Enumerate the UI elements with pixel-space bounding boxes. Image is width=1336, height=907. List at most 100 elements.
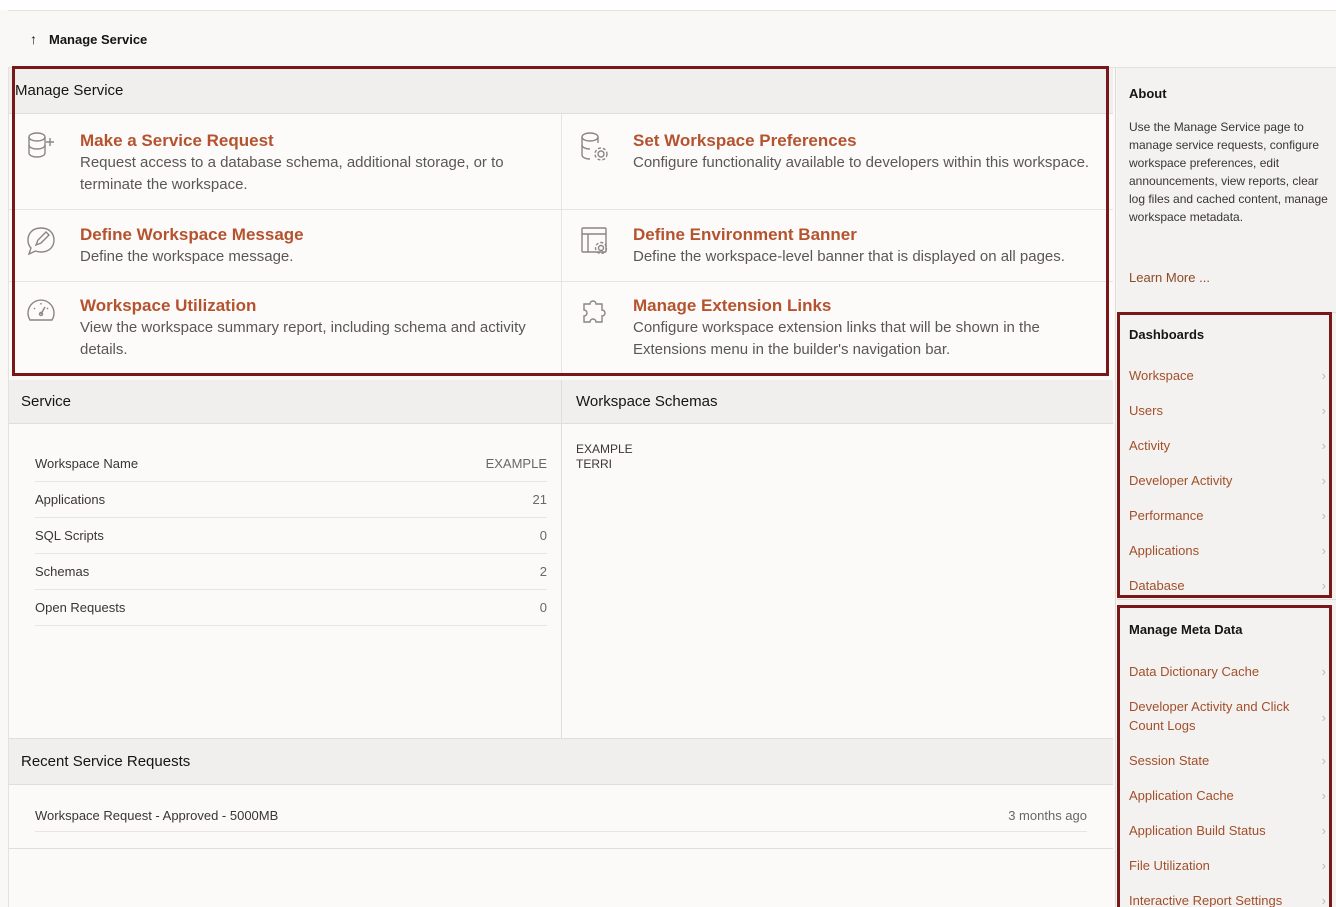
database-settings-icon [581,132,608,161]
sidebar-item-label: Database [1129,578,1185,593]
row-value: EXAMPLE [485,456,547,471]
sidebar-item-label: Developer Activity [1129,473,1233,488]
row-label: Open Requests [35,600,126,615]
sidebar-item-developer-activity-logs[interactable]: Developer Activity and Click Count Logs › [1117,689,1336,743]
set-workspace-preferences-card[interactable]: Set Workspace Preferences Configure func… [562,114,1113,210]
manage-extension-links-card[interactable]: Manage Extension Links Configure workspa… [562,282,1113,374]
puzzle-icon [583,300,606,323]
workspace-utilization-card[interactable]: Workspace Utilization View the workspace… [9,282,562,374]
request-label: Workspace Request - Approved - 5000MB [35,808,279,823]
sidebar-item-label: Application Cache [1129,788,1234,803]
row-value: 2 [539,564,547,579]
row-value: 0 [539,528,547,543]
about-text: Use the Manage Service page to manage se… [1129,120,1328,224]
card-title[interactable]: Set Workspace Preferences [633,131,1113,151]
sidebar-item-activity[interactable]: Activity › [1117,428,1336,463]
chevron-right-icon: › [1321,710,1326,725]
sidebar-item-label: Data Dictionary Cache [1129,664,1260,679]
define-workspace-message-card[interactable]: Define Workspace Message Define the work… [9,210,562,282]
sidebar-item-workspace[interactable]: Workspace › [1117,358,1336,393]
card-title[interactable]: Workspace Utilization [80,296,561,316]
card-description: View the workspace summary report, inclu… [80,319,526,358]
card-description: Configure workspace extension links that… [633,319,1040,358]
sidebar-item-label: Users [1129,403,1163,418]
dashboards-list: Workspace › Users › Activity › Developer Ac… [1117,358,1336,603]
right-sidebar: About Use the Manage Service page to man… [1117,68,1336,907]
request-time: 3 months ago [1008,808,1087,823]
service-header: Service [9,380,561,424]
table-row: SQL Scripts 0 [35,518,547,554]
manage-meta-data-region: Manage Meta Data Data Dictionary Cache › … [1117,599,1336,907]
list-item[interactable]: Workspace Request - Approved - 5000MB 3 … [35,800,1087,832]
up-arrow-icon[interactable]: ↑ [30,31,37,47]
chevron-right-icon: › [1321,857,1326,873]
sidebar-item-data-dictionary-cache[interactable]: Data Dictionary Cache › [1117,654,1336,689]
row-value: 21 [532,492,547,507]
table-row: Schemas 2 [35,554,547,590]
chevron-right-icon: › [1321,367,1326,383]
recent-service-requests-region: Recent Service Requests Workspace Reques… [9,738,1113,850]
sidebar-item-application-cache[interactable]: Application Cache › [1117,778,1336,813]
top-strip [0,0,1336,10]
manage-service-header: Manage Service [9,68,1113,114]
table-row: Workspace Name EXAMPLE [35,446,547,482]
chevron-right-icon: › [1321,892,1326,907]
card-description: Define the workspace message. [80,248,294,265]
sidebar-item-database[interactable]: Database › [1117,568,1336,603]
row-label: SQL Scripts [35,528,104,543]
sidebar-item-session-state[interactable]: Session State › [1117,743,1336,778]
chevron-right-icon: › [1321,752,1326,768]
about-region: About Use the Manage Service page to man… [1117,68,1336,312]
chevron-right-icon: › [1321,507,1326,523]
row-label: Applications [35,492,106,507]
list-item: EXAMPLE [576,442,633,456]
card-description: Define the workspace-level banner that i… [633,248,1065,265]
sidebar-item-label: Application Build Status [1129,823,1266,838]
chevron-right-icon: › [1321,402,1326,418]
list-item: TERRI [576,457,612,471]
sidebar-item-label: Developer Activity and Click Count Logs [1129,699,1290,733]
sidebar-item-label: File Utilization [1129,858,1210,873]
about-title: About [1129,86,1167,101]
chevron-right-icon: › [1321,577,1326,593]
sidebar-item-label: Performance [1129,508,1204,523]
chevron-right-icon: › [1321,472,1326,488]
service-table: Workspace Name EXAMPLE Applications 21 S… [35,446,547,626]
chevron-right-icon: › [1321,542,1326,558]
sidebar-item-applications[interactable]: Applications › [1117,533,1336,568]
message-edit-icon [27,227,55,256]
sidebar-item-label: Activity [1129,438,1171,453]
sidebar-item-users[interactable]: Users › [1117,393,1336,428]
sidebar-item-application-build-status[interactable]: Application Build Status › [1117,813,1336,848]
dashboards-title: Dashboards [1129,327,1205,342]
row-label: Schemas [35,564,90,579]
define-environment-banner-card[interactable]: Define Environment Banner Define the wor… [562,210,1113,282]
sidebar-item-label: Applications [1129,543,1200,558]
schema-list: EXAMPLE TERRI [562,424,1113,472]
sidebar-item-developer-activity[interactable]: Developer Activity › [1117,463,1336,498]
recent-requests-header: Recent Service Requests [9,739,1113,785]
chevron-right-icon: › [1321,663,1326,679]
banner-settings-icon [581,227,608,255]
make-service-request-card[interactable]: Make a Service Request Request access to… [9,114,562,210]
card-title[interactable]: Define Workspace Message [80,225,561,245]
sidebar-item-performance[interactable]: Performance › [1117,498,1336,533]
table-row: Open Requests 0 [35,590,547,626]
card-description: Configure functionality available to dev… [633,154,1090,171]
meta-data-title: Manage Meta Data [1129,622,1243,637]
gauge-icon [27,299,55,321]
card-title[interactable]: Define Environment Banner [633,225,1113,245]
sidebar-item-label: Session State [1129,753,1210,768]
chevron-right-icon: › [1321,822,1326,838]
sidebar-item-file-utilization[interactable]: File Utilization › [1117,848,1336,883]
divider [9,848,1113,849]
database-add-icon [28,132,54,158]
learn-more-link[interactable]: Learn More ... [1129,270,1210,285]
card-title[interactable]: Manage Extension Links [633,296,1113,316]
card-title[interactable]: Make a Service Request [80,131,561,151]
meta-data-list: Data Dictionary Cache › Developer Activit… [1117,654,1336,907]
sidebar-item-label: Workspace [1129,368,1194,383]
sidebar-item-interactive-report-settings[interactable]: Interactive Report Settings › [1117,883,1336,907]
breadcrumb-label[interactable]: Manage Service [49,32,147,47]
dashboards-region: Dashboards Workspace › Users › Activity › D… [1117,312,1336,597]
